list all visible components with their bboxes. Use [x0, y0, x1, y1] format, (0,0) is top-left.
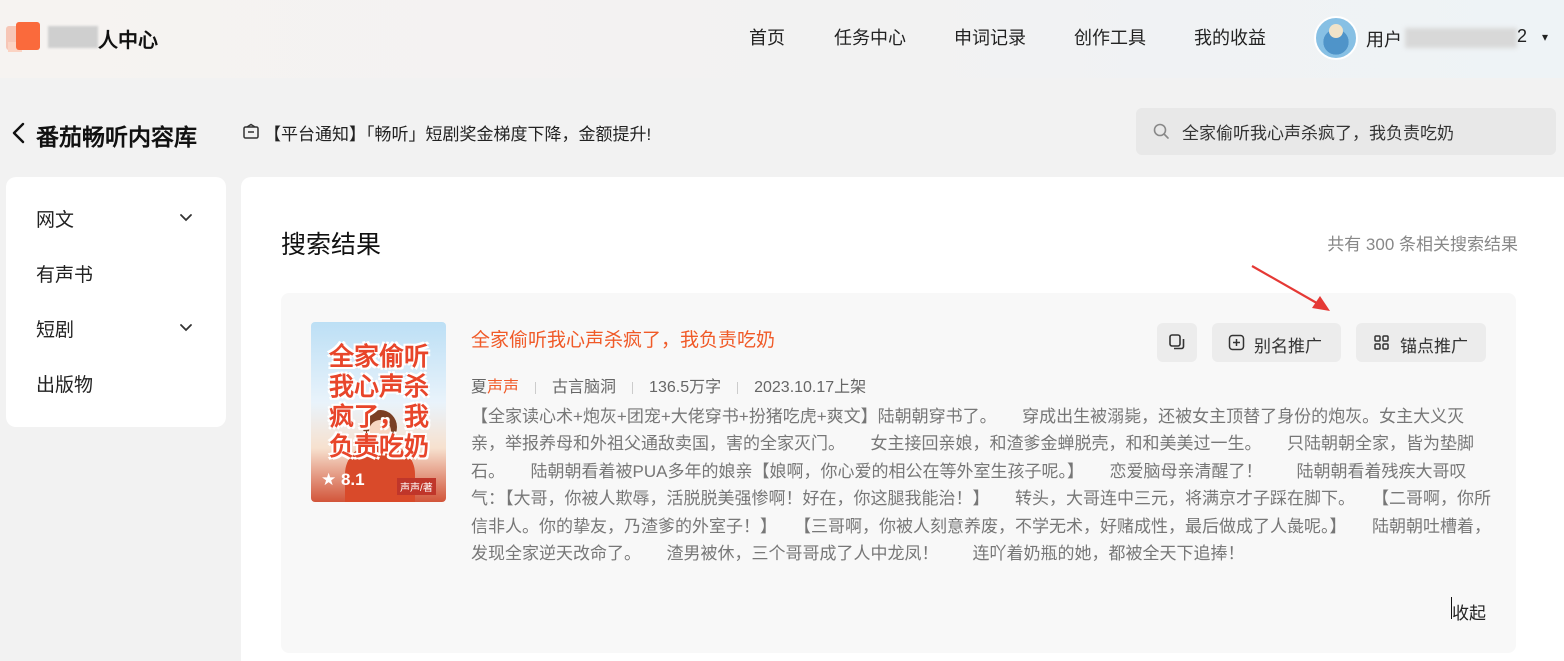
results-count: 共有 300 条相关搜索结果	[1327, 235, 1518, 254]
anchor-promote-label: 锚点推广	[1400, 337, 1468, 356]
nav-home[interactable]: 首页	[749, 24, 785, 50]
nav-records[interactable]: 申词记录	[954, 24, 1026, 50]
copy-icon	[1169, 334, 1185, 350]
rating: ★ 8.1	[321, 470, 365, 489]
cover-publisher: 声声/著	[397, 478, 436, 495]
alias-promote-button[interactable]: 别名推广	[1212, 323, 1341, 362]
top-bar: 人中心 首页 任务中心 申词记录 创作工具 我的收益 用户 2 ▾	[0, 0, 1564, 78]
author-name: 声声	[487, 379, 520, 396]
category-sidebar: 网文 有声书 短剧 出版物	[6, 177, 226, 427]
annotation-arrow-icon	[1251, 265, 1330, 311]
sidebar-item-publications[interactable]: 出版物	[36, 370, 93, 397]
grid-icon	[1374, 335, 1389, 350]
logo-icon[interactable]	[6, 22, 40, 56]
sidebar-item-web-novel[interactable]: 网文	[36, 205, 74, 232]
user-name-suffix[interactable]: 2	[1517, 26, 1527, 47]
results-title: 搜索结果	[281, 231, 382, 259]
sidebar-item-audiobook[interactable]: 有声书	[36, 260, 93, 287]
brand-blurred	[48, 26, 98, 48]
nav-earnings[interactable]: 我的收益	[1194, 24, 1266, 50]
author-prefix: 夏	[471, 379, 488, 396]
rating-value: 8.1	[340, 470, 365, 489]
caret-down-icon[interactable]: ▾	[1542, 30, 1548, 44]
plus-square-icon	[1228, 334, 1245, 351]
copy-button[interactable]	[1157, 323, 1197, 362]
anchor-promote-button[interactable]: 锚点推广	[1356, 323, 1486, 362]
back-arrow-icon[interactable]	[10, 120, 28, 146]
book-description: 【全家读心术+炮灰+团宠+大佬穿书+扮猪吃虎+爽文】陆朝朝穿书了。 穿成出生被溺…	[471, 407, 1491, 564]
search-icon[interactable]	[1152, 122, 1170, 140]
alias-promote-label: 别名推广	[1254, 337, 1322, 356]
book-genre: 古言脑洞	[552, 379, 617, 396]
chevron-down-icon[interactable]	[178, 320, 194, 336]
collapse-link[interactable]: 收起	[1452, 599, 1486, 624]
search-box[interactable]	[1136, 108, 1556, 155]
sidebar-item-short-drama[interactable]: 短剧	[36, 315, 74, 342]
page-title: 番茄畅听内容库	[36, 124, 197, 150]
nav-tools[interactable]: 创作工具	[1074, 24, 1146, 50]
user-name-prefix[interactable]: 用户	[1366, 26, 1402, 52]
chevron-down-icon[interactable]	[178, 210, 194, 226]
book-title[interactable]: 全家偷听我心声杀疯了，我负责吃奶	[471, 325, 775, 352]
book-word-count: 136.5万字	[649, 379, 722, 396]
book-result-card: 全家偷听我心声杀疯了，我负责吃奶 ★ 8.1 声声/著 全家偷听我心声杀疯了，我…	[281, 293, 1516, 653]
platform-notice[interactable]: 【平台通知】「畅听」短剧奖金梯度下降，金额提升!	[264, 120, 651, 145]
nav-tasks[interactable]: 任务中心	[834, 24, 906, 50]
avatar[interactable]	[1314, 16, 1358, 60]
search-input[interactable]	[1182, 108, 1542, 155]
book-cover[interactable]: 全家偷听我心声杀疯了，我负责吃奶 ★ 8.1 声声/著	[311, 322, 446, 502]
results-panel: 搜索结果 共有 300 条相关搜索结果 全家偷听我心声杀疯了，我负责吃奶 ★ 8…	[241, 177, 1564, 661]
brand-title: 人中心	[98, 30, 158, 52]
book-date: 2023.10.17上架	[754, 379, 867, 396]
cover-title-art: 全家偷听我心声杀疯了，我负责吃奶	[328, 343, 429, 461]
book-meta: 夏声声 古言脑洞 136.5万字 2023.10.17上架	[471, 373, 866, 397]
user-name-blurred	[1405, 28, 1517, 48]
notice-icon	[243, 123, 259, 139]
